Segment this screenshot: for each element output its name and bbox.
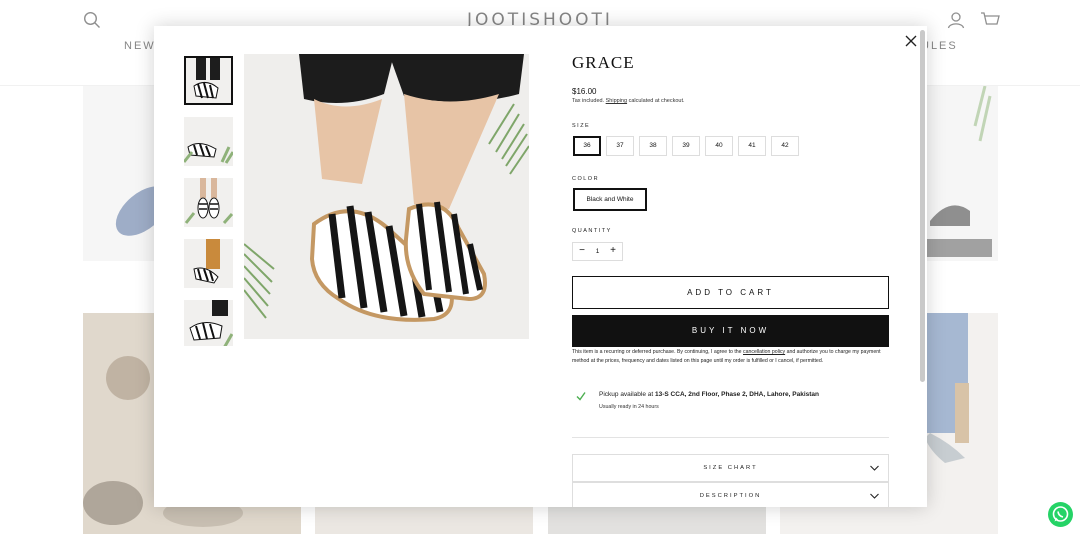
- thumbnail-image: [193, 58, 220, 99]
- thumbnail-image: [184, 143, 233, 164]
- product-photo: [244, 54, 529, 339]
- description-accordion[interactable]: DESCRIPTION: [572, 482, 889, 507]
- size-option-39[interactable]: 39: [672, 136, 700, 156]
- size-option-37[interactable]: 37: [606, 136, 634, 156]
- thumbnail-image: [189, 300, 233, 346]
- subscription-policy: This item is a recurring or deferred pur…: [572, 348, 890, 365]
- pickup-availability: Pickup available at 13-S CCA, 2nd Floor,…: [599, 391, 819, 398]
- thumbnail-1[interactable]: [184, 56, 233, 105]
- size-option-42[interactable]: 42: [771, 136, 799, 156]
- size-option-38[interactable]: 38: [639, 136, 667, 156]
- quantity-stepper: − 1 +: [572, 242, 623, 261]
- product-main-image[interactable]: [244, 54, 529, 339]
- thumbnail-image: [193, 239, 220, 284]
- tax-note-prefix: Tax included.: [572, 98, 605, 104]
- product-details: GRACE $16.00 Tax included. Shipping calc…: [572, 26, 890, 507]
- pickup-location: 13-S CCA, 2nd Floor, Phase 2, DHA, Lahor…: [655, 391, 820, 398]
- product-title: GRACE: [572, 53, 635, 72]
- whatsapp-icon: [1052, 506, 1069, 522]
- quantity-input[interactable]: 1: [589, 243, 606, 260]
- quantity-increase-button[interactable]: +: [605, 243, 621, 260]
- size-option-40[interactable]: 40: [705, 136, 733, 156]
- quantity-decrease-button[interactable]: −: [574, 243, 590, 260]
- cancellation-policy-link[interactable]: cancellation policy: [743, 349, 785, 355]
- add-to-cart-button[interactable]: ADD TO CART: [572, 276, 889, 309]
- accordion-label: SIZE CHART: [703, 465, 758, 471]
- size-label: SIZE: [572, 123, 591, 129]
- thumbnail-list: [184, 56, 234, 346]
- chevron-down-icon: [870, 493, 879, 499]
- chevron-down-icon: [870, 465, 879, 471]
- color-label: COLOR: [572, 176, 600, 182]
- modal-scrollbar[interactable]: [920, 30, 925, 382]
- whatsapp-chat-button[interactable]: [1048, 502, 1073, 527]
- quick-view-modal: GRACE $16.00 Tax included. Shipping calc…: [154, 26, 927, 507]
- product-price: $16.00: [572, 87, 597, 96]
- thumbnail-image: [184, 178, 233, 224]
- accordion-label: DESCRIPTION: [699, 493, 762, 499]
- check-icon: [576, 392, 586, 401]
- pickup-ready-time: Usually ready in 24 hours: [599, 404, 659, 410]
- size-option-41[interactable]: 41: [738, 136, 766, 156]
- tax-note: Tax included. Shipping calculated at che…: [572, 98, 685, 104]
- shipping-link[interactable]: Shipping: [606, 98, 627, 104]
- tax-note-suffix: calculated at checkout.: [628, 98, 685, 104]
- pickup-prefix: Pickup available at: [599, 391, 654, 398]
- size-option-36[interactable]: 36: [573, 136, 601, 156]
- thumbnail-2[interactable]: [184, 117, 233, 166]
- divider: [572, 437, 889, 438]
- thumbnail-5[interactable]: [184, 300, 233, 346]
- thumbnail-4[interactable]: [184, 239, 233, 288]
- buy-now-button[interactable]: BUY IT NOW: [572, 315, 889, 347]
- color-option-black-white[interactable]: Black and White: [573, 188, 647, 211]
- close-icon[interactable]: [904, 34, 918, 48]
- size-chart-accordion[interactable]: SIZE CHART: [572, 454, 889, 482]
- thumbnail-3[interactable]: [184, 178, 233, 227]
- quantity-label: QUANTITY: [572, 228, 612, 234]
- policy-text-a: This item is a recurring or deferred pur…: [572, 349, 742, 355]
